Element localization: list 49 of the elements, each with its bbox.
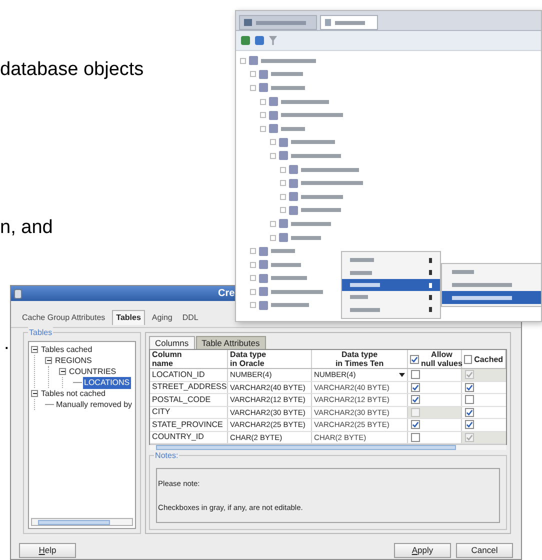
horizontal-scrollbar[interactable] — [150, 444, 506, 450]
column-header: Data type in Times Ten — [334, 350, 385, 368]
column-header: Cached — [474, 354, 504, 364]
collapse-icon[interactable] — [31, 346, 38, 353]
tree-item[interactable]: Manually removed by — [55, 398, 134, 410]
table-cell: CITY — [150, 406, 228, 418]
column-header: Allow null values — [421, 350, 462, 368]
horizontal-scrollbar[interactable] — [31, 518, 134, 526]
table-cell: COUNTRY_ID — [150, 432, 228, 443]
dialog-button[interactable]: Cancel — [456, 543, 513, 558]
column-header: Data type in Oracle — [230, 350, 266, 368]
checkbox[interactable] — [465, 395, 474, 404]
document-text: n, and — [0, 216, 53, 240]
checkbox[interactable] — [411, 432, 420, 442]
checkbox[interactable] — [411, 370, 420, 380]
table-cell: LOCATION_ID — [150, 369, 228, 380]
tab[interactable]: Table Attributes — [196, 336, 266, 349]
checkbox[interactable] — [465, 408, 474, 417]
collapse-icon[interactable] — [59, 368, 66, 375]
column-header: Column name — [152, 350, 182, 368]
checkbox[interactable] — [464, 354, 472, 364]
tab[interactable]: Tables — [112, 310, 145, 325]
checkbox[interactable] — [465, 420, 474, 430]
tree-item[interactable]: LOCATIONS — [83, 376, 131, 388]
table-cell: POSTAL_CODE — [150, 394, 228, 406]
document-text: database objects — [0, 58, 144, 82]
tab[interactable]: Cache Group Attributes — [19, 310, 108, 325]
tree-item[interactable]: REGIONS — [54, 354, 93, 366]
tab[interactable]: Aging — [148, 310, 176, 325]
dialog-button[interactable]: Apply — [394, 543, 451, 558]
table-cell: STREET_ADDRESS — [150, 382, 228, 393]
tab[interactable]: Columns — [149, 336, 195, 349]
tab[interactable]: DDL — [179, 310, 202, 325]
dialog-button[interactable]: Help — [19, 543, 76, 558]
tree-item[interactable]: COUNTRIES — [68, 366, 118, 378]
document-text: . — [4, 332, 10, 356]
tree-item[interactable]: Tables not cached — [40, 388, 106, 400]
collapse-icon[interactable] — [45, 357, 52, 364]
checkbox[interactable] — [411, 420, 420, 430]
table-cell: STATE_PROVINCE — [150, 419, 228, 430]
collapse-icon[interactable] — [31, 390, 38, 397]
checkbox[interactable] — [465, 382, 474, 392]
tree-item[interactable]: Tables cached — [40, 344, 94, 356]
checkbox[interactable] — [411, 395, 420, 404]
checkbox[interactable] — [410, 354, 420, 364]
checkbox[interactable] — [411, 382, 420, 392]
app-icon — [14, 288, 22, 298]
caret-icon — [399, 372, 406, 377]
window-title: Cre — [218, 287, 235, 301]
